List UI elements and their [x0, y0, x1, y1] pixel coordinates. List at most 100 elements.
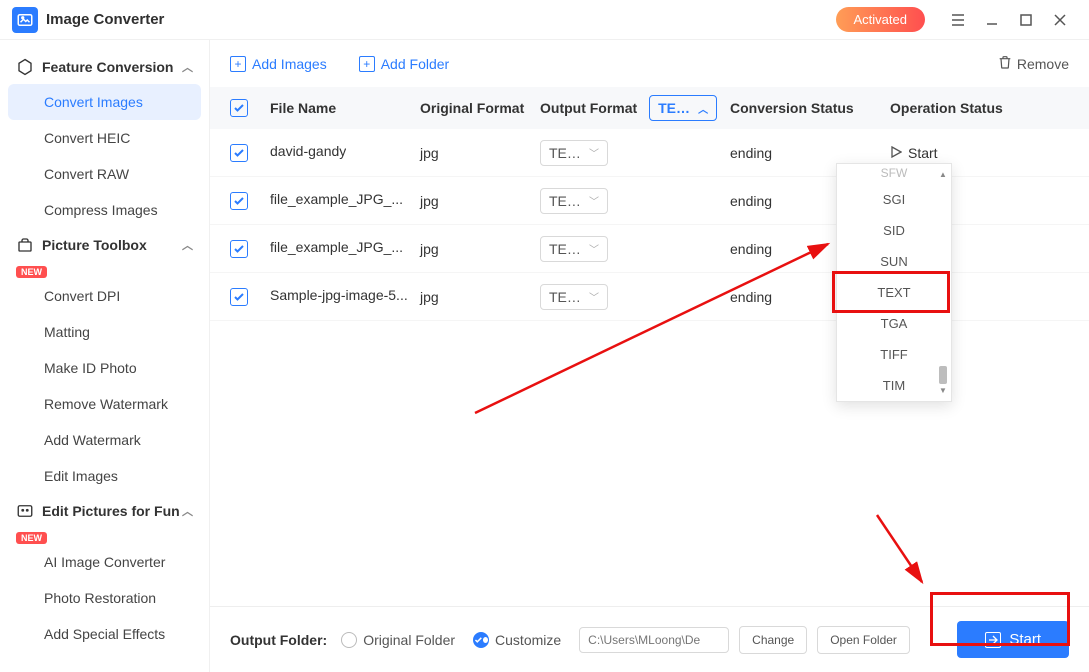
sidebar-section-edit-pictures-fun[interactable]: Edit Pictures for Fun ︿ — [0, 494, 209, 528]
col-operation-status: Operation Status — [890, 100, 1069, 116]
dropdown-scrollbar[interactable]: ▲ ▼ — [939, 170, 947, 395]
original-format: jpg — [420, 241, 540, 257]
new-badge: NEW — [16, 266, 47, 278]
chevron-up-icon: ︿ — [182, 237, 193, 253]
sidebar-item-photo-restoration[interactable]: Photo Restoration — [0, 580, 209, 616]
trash-icon — [997, 54, 1013, 73]
hamburger-icon[interactable] — [941, 3, 975, 37]
activated-badge[interactable]: Activated — [836, 7, 925, 32]
sidebar-item-add-special-effects[interactable]: Add Special Effects — [0, 616, 209, 652]
sidebar-section-label: Feature Conversion — [42, 59, 173, 75]
sidebar-item-compress-images[interactable]: Compress Images — [0, 192, 209, 228]
start-button[interactable]: Start — [957, 621, 1069, 658]
output-folder-label: Output Folder: — [230, 632, 327, 648]
chevron-up-icon: ︿ — [182, 503, 193, 519]
row-start-button[interactable]: Start — [890, 145, 938, 161]
dropdown-option[interactable]: TIFF — [837, 339, 951, 370]
table-row: david-gandy jpg TE…﹀ ending Start — [210, 129, 1089, 177]
remove-button[interactable]: Remove — [997, 54, 1069, 73]
dropdown-option[interactable]: SGI — [837, 184, 951, 215]
chevron-up-icon: ︿ — [698, 101, 708, 116]
app-logo-icon — [12, 7, 38, 33]
fun-icon — [16, 502, 34, 520]
row-output-format-dropdown[interactable]: TE…﹀ — [540, 236, 608, 262]
play-icon — [890, 145, 902, 161]
original-format: jpg — [420, 193, 540, 209]
scroll-thumb[interactable] — [939, 366, 947, 384]
add-folder-icon: + — [359, 56, 375, 72]
row-output-format-dropdown[interactable]: TE…﹀ — [540, 284, 608, 310]
dropdown-option[interactable]: TIM — [837, 370, 951, 401]
titlebar: Image Converter Activated — [0, 0, 1089, 40]
customize-radio[interactable] — [473, 632, 489, 648]
output-format-header-dropdown[interactable]: TE… ︿ — [649, 95, 717, 121]
start-icon — [985, 632, 1001, 648]
conversion-status: ending — [730, 145, 890, 161]
add-images-button[interactable]: + Add Images — [230, 56, 327, 72]
chevron-up-icon: ︿ — [182, 59, 193, 75]
file-name: Sample-jpg-image-5... — [270, 287, 408, 303]
table-row: Sample-jpg-image-5... jpg TE…﹀ ending St… — [210, 273, 1089, 321]
row-checkbox[interactable] — [230, 288, 248, 306]
dropdown-option[interactable]: SFW — [837, 164, 951, 184]
sidebar-item-convert-images[interactable]: Convert Images — [8, 84, 201, 120]
toolbar: + Add Images + Add Folder Remove — [210, 40, 1089, 87]
row-output-format-dropdown[interactable]: TE…﹀ — [540, 140, 608, 166]
sidebar-item-ai-image-converter[interactable]: AI Image Converter — [0, 544, 209, 580]
row-checkbox[interactable] — [230, 192, 248, 210]
chevron-down-icon: ﹀ — [589, 289, 599, 304]
select-all-checkbox[interactable] — [230, 99, 248, 117]
original-folder-label[interactable]: Original Folder — [363, 632, 455, 648]
col-conversion-status: Conversion Status — [730, 100, 890, 116]
sidebar: Feature Conversion ︿ Convert Images Conv… — [0, 40, 210, 672]
chevron-down-icon: ﹀ — [589, 145, 599, 160]
original-format: jpg — [420, 145, 540, 161]
table-header: File Name Original Format Output Format … — [210, 87, 1089, 129]
dropdown-option[interactable]: TGA — [837, 308, 951, 339]
output-format-dropdown-panel: SFW SGI SID SUN TEXT TGA TIFF TIM ▲ ▼ — [836, 163, 952, 402]
original-folder-radio[interactable] — [341, 632, 357, 648]
file-name: file_example_JPG_... — [270, 239, 403, 255]
app-title: Image Converter — [46, 11, 164, 28]
sidebar-item-convert-raw[interactable]: Convert RAW — [0, 156, 209, 192]
row-output-format-dropdown[interactable]: TE…﹀ — [540, 188, 608, 214]
change-button[interactable]: Change — [739, 626, 807, 654]
dropdown-option-text[interactable]: TEXT — [837, 277, 951, 308]
sidebar-section-picture-toolbox[interactable]: Picture Toolbox ︿ — [0, 228, 209, 262]
minimize-icon[interactable] — [975, 3, 1009, 37]
add-images-icon: + — [230, 56, 246, 72]
row-checkbox[interactable] — [230, 240, 248, 258]
customize-label[interactable]: Customize — [495, 632, 561, 648]
content-area: + Add Images + Add Folder Remove — [210, 40, 1089, 672]
sidebar-item-add-watermark[interactable]: Add Watermark — [0, 422, 209, 458]
file-name: david-gandy — [270, 143, 346, 159]
maximize-icon[interactable] — [1009, 3, 1043, 37]
dropdown-option[interactable]: SUN — [837, 246, 951, 277]
col-output-format: Output Format TE… ︿ — [540, 95, 730, 121]
new-badge: NEW — [16, 532, 47, 544]
scroll-down-icon[interactable]: ▼ — [939, 386, 947, 395]
scroll-up-icon[interactable]: ▲ — [939, 170, 947, 179]
file-table: File Name Original Format Output Format … — [210, 87, 1089, 606]
dropdown-option[interactable]: SID — [837, 215, 951, 246]
chevron-down-icon: ﹀ — [589, 241, 599, 256]
chevron-down-icon: ﹀ — [589, 193, 599, 208]
original-format: jpg — [420, 289, 540, 305]
sidebar-item-matting[interactable]: Matting — [0, 314, 209, 350]
sidebar-section-feature-conversion[interactable]: Feature Conversion ︿ — [0, 50, 209, 84]
sidebar-item-make-id-photo[interactable]: Make ID Photo — [0, 350, 209, 386]
close-icon[interactable] — [1043, 3, 1077, 37]
open-folder-button[interactable]: Open Folder — [817, 626, 910, 654]
table-row: file_example_JPG_... jpg TE…﹀ ending Sta… — [210, 225, 1089, 273]
row-checkbox[interactable] — [230, 144, 248, 162]
add-folder-button[interactable]: + Add Folder — [359, 56, 449, 72]
toolbox-icon — [16, 236, 34, 254]
sidebar-item-remove-watermark[interactable]: Remove Watermark — [0, 386, 209, 422]
sidebar-item-convert-heic[interactable]: Convert HEIC — [0, 120, 209, 156]
table-row: file_example_JPG_... jpg TE…﹀ ending Sta… — [210, 177, 1089, 225]
file-name: file_example_JPG_... — [270, 191, 403, 207]
col-original-format: Original Format — [420, 100, 540, 116]
sidebar-item-convert-dpi[interactable]: Convert DPI — [0, 278, 209, 314]
sidebar-item-edit-images[interactable]: Edit Images — [0, 458, 209, 494]
output-path-input[interactable] — [579, 627, 729, 653]
